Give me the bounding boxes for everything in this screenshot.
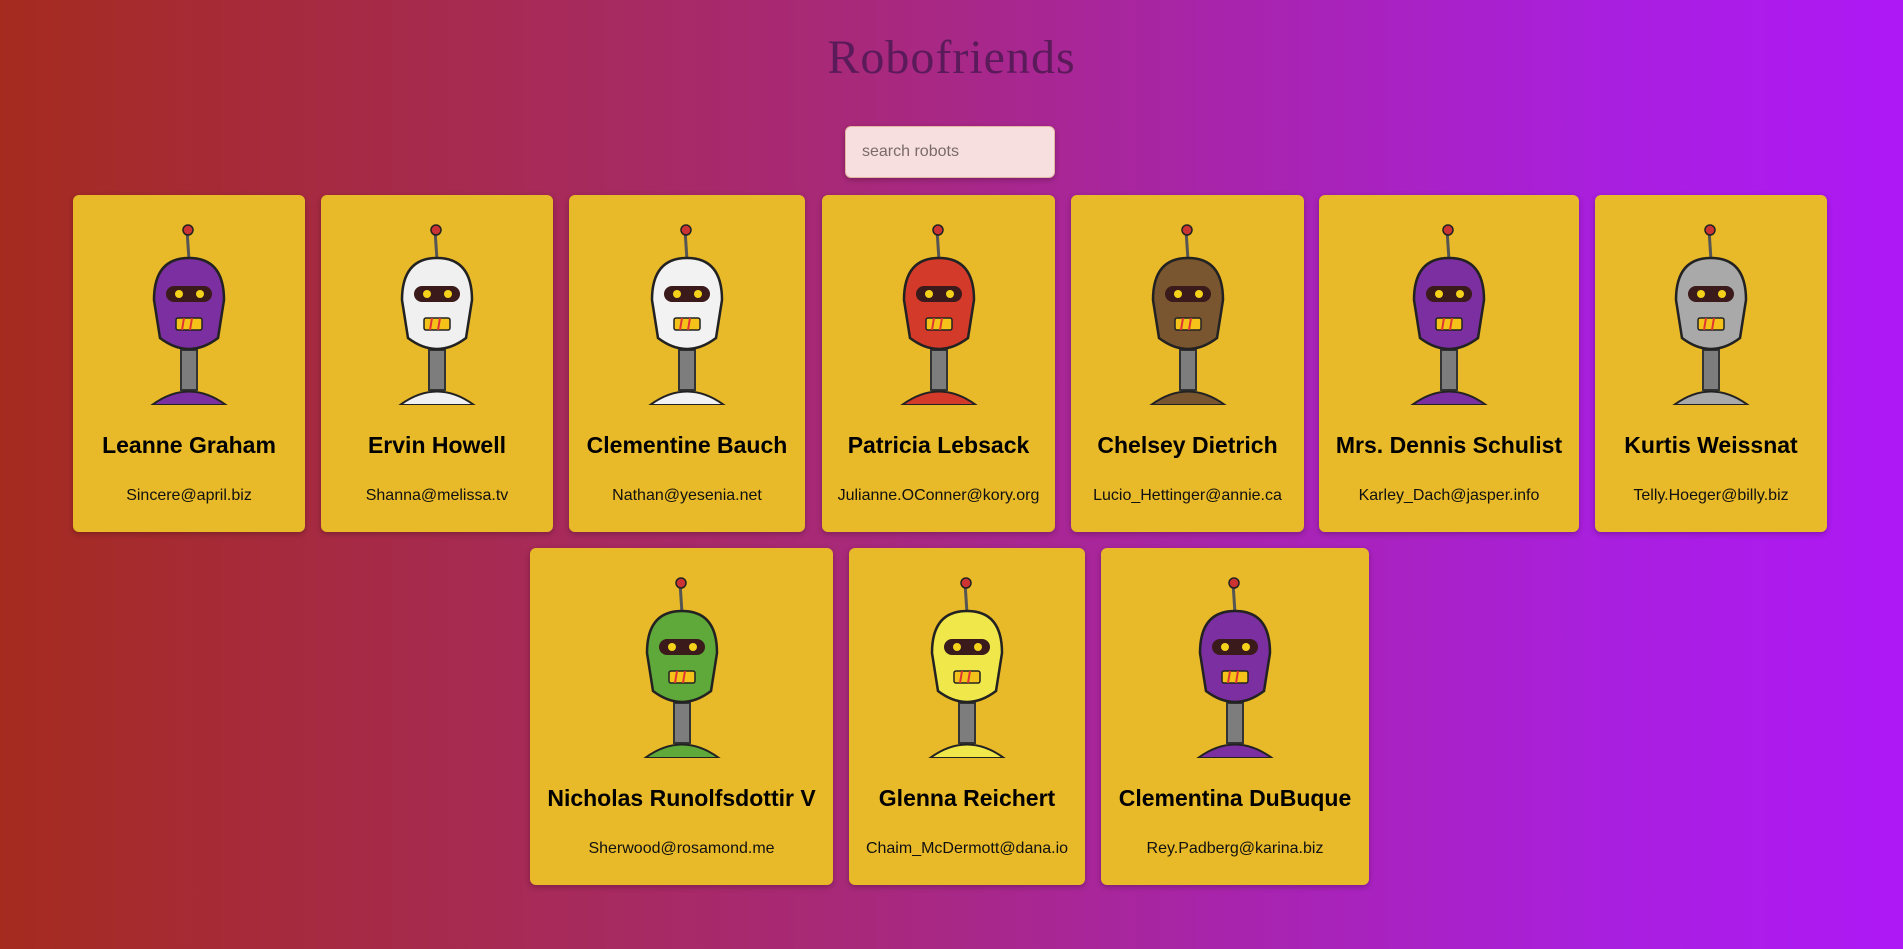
robot-card[interactable]: Kurtis Weissnat Telly.Hoeger@billy.biz [1595,195,1827,532]
search-input[interactable] [845,126,1055,178]
robot-avatar [321,215,553,405]
robot-name: Ervin Howell [367,432,507,458]
robot-avatar [73,215,305,405]
robot-name: Chelsey Dietrich [1097,432,1278,458]
page-title: Robofriends [827,31,1076,84]
robot-name: Patricia Lebsack [847,432,1030,458]
robot-avatar [1101,568,1369,758]
robot-card[interactable]: Ervin Howell Shanna@melissa.tv [321,195,553,532]
robot-name: Kurtis Weissnat [1624,432,1798,458]
robot-email: Telly.Hoeger@billy.biz [1633,487,1789,504]
robot-avatar [1595,215,1827,405]
robot-avatar [822,215,1055,405]
robot-name: Nicholas Runolfsdottir V [547,785,816,811]
robot-email: Nathan@yesenia.net [612,487,762,504]
robot-email: Sherwood@rosamond.me [588,840,775,857]
robot-avatar [1319,215,1579,405]
robot-avatar [530,568,833,758]
robot-email: Shanna@melissa.tv [365,487,509,504]
robot-card[interactable]: Nicholas Runolfsdottir V Sherwood@rosamo… [530,548,833,885]
robot-name: Glenna Reichert [878,785,1056,811]
robot-card[interactable]: Clementine Bauch Nathan@yesenia.net [569,195,805,532]
robot-avatar [569,215,805,405]
robot-email: Julianne.OConner@kory.org [837,487,1040,504]
robot-email: Sincere@april.biz [126,487,252,504]
robot-name: Leanne Graham [102,432,276,458]
robot-card[interactable]: Mrs. Dennis Schulist Karley_Dach@jasper.… [1319,195,1579,532]
robot-email: Rey.Padberg@karina.biz [1146,840,1324,857]
robot-name: Clementina DuBuque [1118,785,1352,811]
robot-card[interactable]: Leanne Graham Sincere@april.biz [73,195,305,532]
robot-card[interactable]: Patricia Lebsack Julianne.OConner@kory.o… [822,195,1055,532]
robot-email: Lucio_Hettinger@annie.ca [1093,487,1282,504]
robot-card[interactable]: Clementina DuBuque Rey.Padberg@karina.bi… [1101,548,1369,885]
robot-email: Karley_Dach@jasper.info [1358,487,1540,504]
robot-card[interactable]: Glenna Reichert Chaim_McDermott@dana.io [849,548,1085,885]
robot-avatar [849,568,1085,758]
robot-avatar [1071,215,1304,405]
robot-name: Clementine Bauch [586,432,788,458]
robot-name: Mrs. Dennis Schulist [1335,432,1563,458]
robot-email: Chaim_McDermott@dana.io [865,840,1069,857]
robot-card[interactable]: Chelsey Dietrich Lucio_Hettinger@annie.c… [1071,195,1304,532]
